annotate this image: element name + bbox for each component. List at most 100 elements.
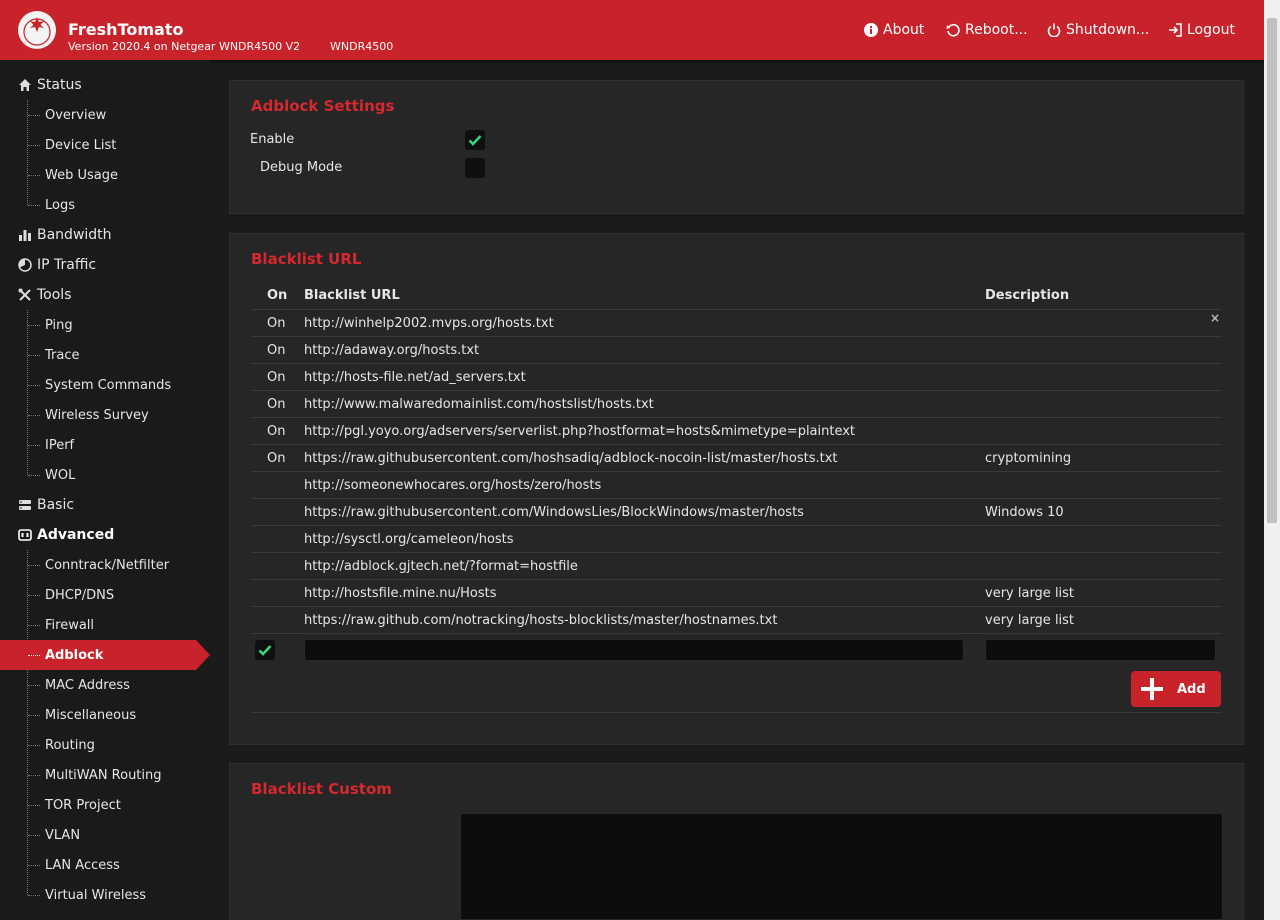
top-header: FreshTomato Version 2020.4 on Netgear WN… bbox=[0, 0, 1264, 60]
add-button[interactable]: Add bbox=[1131, 671, 1221, 707]
table-row[interactable]: https://raw.githubusercontent.com/Window… bbox=[251, 498, 1222, 525]
sidebar-item-overview[interactable]: Overview bbox=[0, 100, 210, 130]
check-icon bbox=[468, 135, 482, 146]
table-row[interactable]: https://raw.github.com/notracking/hosts-… bbox=[251, 606, 1222, 634]
enable-label: Enable bbox=[250, 132, 295, 147]
sidebar-item-trace[interactable]: Trace bbox=[0, 340, 210, 370]
enable-checkbox[interactable] bbox=[465, 130, 485, 150]
column-header-on[interactable]: On bbox=[267, 288, 287, 303]
row-url-value: https://raw.githubusercontent.com/Window… bbox=[304, 505, 804, 520]
sidebar-section-label: Basic bbox=[37, 497, 75, 513]
sidebar-section-label: Bandwidth bbox=[37, 227, 112, 243]
sidebar-item-iperf[interactable]: IPerf bbox=[0, 430, 210, 460]
row-desc-value: very large list bbox=[985, 613, 1075, 628]
table-row[interactable]: http://someonewhocares.org/hosts/zero/ho… bbox=[251, 471, 1222, 498]
about-button[interactable]: About bbox=[863, 21, 924, 39]
row-url-value: http://adblock.gjtech.net/?format=hostfi… bbox=[304, 559, 578, 574]
app-version: Version 2020.4 on Netgear WNDR4500 V2 bbox=[68, 40, 301, 53]
page-scrollbar[interactable] bbox=[1264, 0, 1280, 920]
power-icon bbox=[1046, 22, 1062, 38]
sidebar-item-wireless-survey[interactable]: Wireless Survey bbox=[0, 400, 210, 430]
check-icon bbox=[258, 645, 272, 656]
tools-icon bbox=[17, 287, 33, 303]
sidebar-section-label: IP Traffic bbox=[37, 257, 97, 273]
table-row[interactable]: On https://raw.githubusercontent.com/hos… bbox=[251, 444, 1222, 471]
bar-chart-icon bbox=[17, 227, 33, 243]
sidebar-item-vlan[interactable]: VLAN bbox=[0, 820, 210, 850]
table-footer-divider bbox=[251, 712, 1222, 713]
table-row[interactable]: On http://pgl.yoyo.org/adservers/serverl… bbox=[251, 417, 1222, 444]
sidebar-item-virtual-wireless[interactable]: Virtual Wireless bbox=[0, 880, 210, 910]
row-desc-value: cryptomining bbox=[985, 451, 1072, 466]
table-row[interactable]: On http://www.malwaredomainlist.com/host… bbox=[251, 390, 1222, 417]
debug-mode-label: Debug Mode bbox=[260, 160, 343, 175]
sidebar-section-basic[interactable]: Basic bbox=[17, 490, 74, 520]
row-url-value: http://www.malwaredomainlist.com/hostsli… bbox=[304, 397, 654, 412]
scrollbar-thumb[interactable] bbox=[1267, 18, 1277, 523]
row-on-value: On bbox=[267, 424, 286, 439]
add-button-label: Add bbox=[1177, 681, 1206, 697]
about-label: About bbox=[883, 22, 925, 38]
blacklist-custom-textarea[interactable] bbox=[460, 813, 1223, 920]
table-row[interactable]: On http://winhelp2002.mvps.org/hosts.txt… bbox=[251, 309, 1222, 336]
new-url-input[interactable] bbox=[304, 639, 964, 661]
row-url-value: https://raw.github.com/notracking/hosts-… bbox=[304, 613, 778, 628]
sidebar-item-wol[interactable]: WOL bbox=[0, 460, 210, 490]
sidebar-item-multiwan-routing[interactable]: MultiWAN Routing bbox=[0, 760, 210, 790]
row-url-value: http://hostsfile.mine.nu/Hosts bbox=[304, 586, 497, 601]
row-on-value: On bbox=[267, 343, 286, 358]
column-header-url[interactable]: Blacklist URL bbox=[304, 288, 400, 303]
sidebar-item-conntrack[interactable]: Conntrack/Netfilter bbox=[0, 550, 210, 580]
row-on-value: On bbox=[267, 316, 286, 331]
row-url-value: http://hosts-file.net/ad_servers.txt bbox=[304, 370, 526, 385]
sidebar-item-lan-access[interactable]: LAN Access bbox=[0, 850, 210, 880]
sidebar-item-mac-address[interactable]: MAC Address bbox=[0, 670, 210, 700]
sidebar-item-system-commands[interactable]: System Commands bbox=[0, 370, 210, 400]
reboot-button[interactable]: Reboot... bbox=[945, 21, 1028, 39]
column-header-description[interactable]: Description bbox=[985, 288, 1069, 303]
sidebar-item-miscellaneous[interactable]: Miscellaneous bbox=[0, 700, 210, 730]
table-row[interactable]: http://sysctl.org/cameleon/hosts bbox=[251, 525, 1222, 552]
sidebar-item-dhcp-dns[interactable]: DHCP/DNS bbox=[0, 580, 210, 610]
plus-icon bbox=[1141, 678, 1163, 700]
sidebar-section-ip-traffic[interactable]: IP Traffic bbox=[17, 250, 96, 280]
reboot-label: Reboot... bbox=[965, 22, 1028, 38]
tomato-logo-icon[interactable] bbox=[18, 11, 56, 49]
sidebar-item-logs[interactable]: Logs bbox=[0, 190, 210, 220]
sidebar-item-device-list[interactable]: Device List bbox=[0, 130, 210, 160]
sidebar-item-ping[interactable]: Ping bbox=[0, 310, 210, 340]
new-row-on-checkbox[interactable] bbox=[255, 640, 275, 660]
table-row[interactable]: http://adblock.gjtech.net/?format=hostfi… bbox=[251, 552, 1222, 579]
table-row[interactable]: On http://adaway.org/hosts.txt bbox=[251, 336, 1222, 363]
row-url-value: http://pgl.yoyo.org/adservers/serverlist… bbox=[304, 424, 856, 439]
sidebar-section-tools[interactable]: Tools bbox=[17, 280, 72, 310]
new-description-input[interactable] bbox=[985, 639, 1216, 661]
sidebar-section-advanced[interactable]: Advanced bbox=[17, 520, 114, 550]
row-on-value: On bbox=[267, 451, 286, 466]
blacklist-url-title: Blacklist URL bbox=[251, 250, 362, 268]
table-row[interactable]: http://hostsfile.mine.nu/Hosts very larg… bbox=[251, 579, 1222, 606]
sidebar-item-web-usage[interactable]: Web Usage bbox=[0, 160, 210, 190]
delete-row-icon[interactable]: × bbox=[1210, 311, 1220, 325]
logout-button[interactable]: Logout bbox=[1167, 21, 1235, 39]
row-desc-value: Windows 10 bbox=[985, 505, 1064, 520]
sidebar-section-bandwidth[interactable]: Bandwidth bbox=[17, 220, 112, 250]
router-model: WNDR4500 bbox=[330, 40, 394, 53]
row-url-value: https://raw.githubusercontent.com/hoshsa… bbox=[304, 451, 838, 466]
row-on-value: On bbox=[267, 370, 286, 385]
sidebar-item-routing[interactable]: Routing bbox=[0, 730, 210, 760]
blacklist-custom-title: Blacklist Custom bbox=[251, 780, 392, 798]
debug-mode-checkbox[interactable] bbox=[465, 158, 485, 178]
router-icon bbox=[17, 497, 33, 513]
reboot-icon bbox=[945, 22, 961, 38]
sidebar-section-label: Advanced bbox=[37, 527, 115, 543]
sidebar-item-tor-project[interactable]: TOR Project bbox=[0, 790, 210, 820]
sidebar-item-adblock[interactable]: Adblock bbox=[0, 640, 210, 670]
row-url-value: http://someonewhocares.org/hosts/zero/ho… bbox=[304, 478, 602, 493]
sidebar-item-firewall[interactable]: Firewall bbox=[0, 610, 210, 640]
table-row[interactable]: On http://hosts-file.net/ad_servers.txt bbox=[251, 363, 1222, 390]
sidebar-section-status[interactable]: Status bbox=[17, 70, 82, 100]
app-title: FreshTomato bbox=[68, 20, 184, 39]
home-icon bbox=[17, 77, 33, 93]
shutdown-button[interactable]: Shutdown... bbox=[1046, 21, 1149, 39]
